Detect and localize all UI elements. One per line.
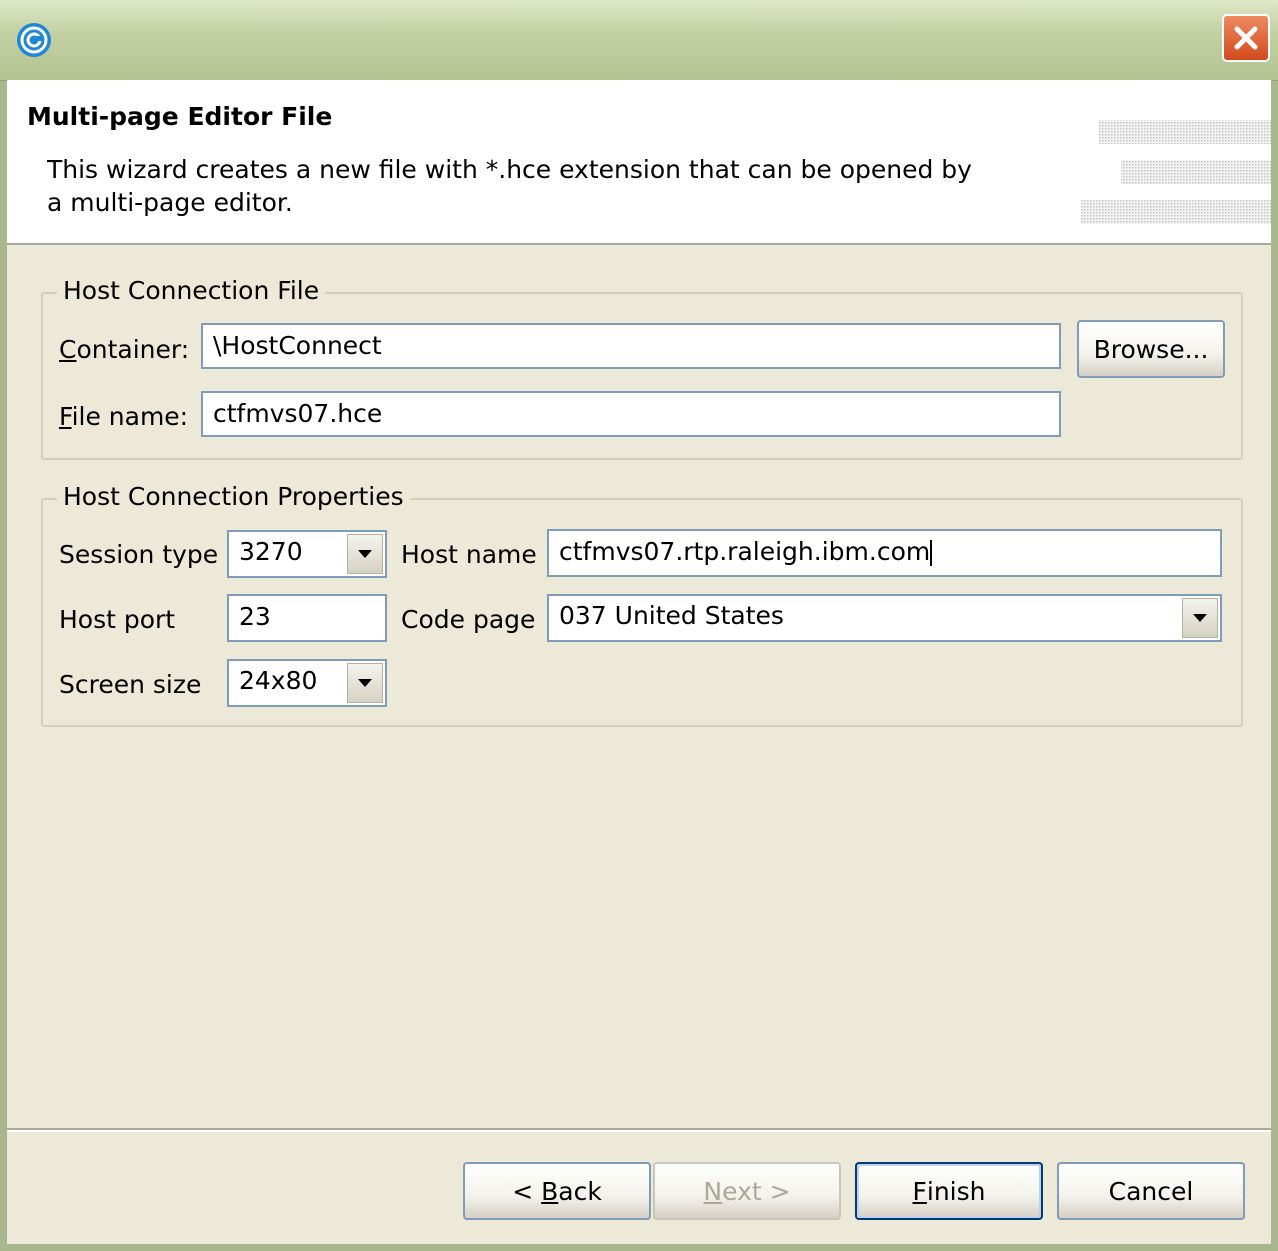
screen-size-value: 24x80 bbox=[239, 666, 318, 695]
group-legend: Host Connection Properties bbox=[57, 482, 410, 511]
code-page-label: Code page bbox=[401, 605, 536, 634]
host-port-field[interactable]: 23 bbox=[227, 594, 387, 642]
host-name-label: Host name bbox=[401, 540, 537, 569]
close-icon bbox=[1234, 26, 1258, 50]
page-description: This wizard creates a new file with *.hc… bbox=[47, 155, 972, 217]
session-type-value: 3270 bbox=[239, 537, 303, 566]
group-legend: Host Connection File bbox=[57, 276, 326, 305]
session-type-select[interactable]: 3270 bbox=[227, 530, 387, 578]
chevron-down-icon bbox=[1193, 613, 1207, 622]
session-type-label: Session type bbox=[59, 540, 219, 569]
dropdown-button[interactable] bbox=[347, 663, 383, 703]
chevron-down-icon bbox=[358, 549, 372, 558]
wizard-banner-image bbox=[1081, 120, 1271, 224]
code-page-value: 037 United States bbox=[559, 601, 784, 630]
screen-size-select[interactable]: 24x80 bbox=[227, 659, 387, 707]
title-bar[interactable] bbox=[0, 0, 1278, 81]
host-port-label: Host port bbox=[59, 605, 176, 634]
container-field[interactable]: \HostConnect bbox=[201, 323, 1061, 369]
dropdown-button[interactable] bbox=[347, 534, 383, 574]
dropdown-button[interactable] bbox=[1182, 598, 1218, 638]
next-button[interactable]: Next > bbox=[653, 1162, 841, 1220]
screen-size-label: Screen size bbox=[59, 670, 202, 699]
container-label: Container: bbox=[59, 335, 190, 364]
browse-button[interactable]: Browse... bbox=[1077, 320, 1225, 378]
code-page-select[interactable]: 037 United States bbox=[547, 594, 1222, 642]
eclipse-swirl-icon bbox=[17, 23, 51, 57]
back-button[interactable]: < Back bbox=[463, 1162, 651, 1220]
wizard-header: Multi-page Editor File This wizard creat… bbox=[7, 80, 1271, 245]
text-cursor bbox=[930, 540, 933, 566]
wizard-dialog: Multi-page Editor File This wizard creat… bbox=[0, 0, 1278, 1251]
file-name-field[interactable]: ctfmvs07.hce bbox=[201, 391, 1061, 437]
file-name-label: File name: bbox=[59, 402, 189, 431]
host-name-field[interactable]: ctfmvs07.rtp.raleigh.ibm.com bbox=[547, 529, 1222, 577]
button-bar-separator bbox=[7, 1128, 1271, 1132]
cancel-button[interactable]: Cancel bbox=[1057, 1162, 1245, 1220]
chevron-down-icon bbox=[358, 678, 372, 687]
finish-button[interactable]: Finish bbox=[855, 1162, 1043, 1220]
close-button[interactable] bbox=[1222, 14, 1270, 62]
page-title: Multi-page Editor File bbox=[27, 102, 333, 131]
